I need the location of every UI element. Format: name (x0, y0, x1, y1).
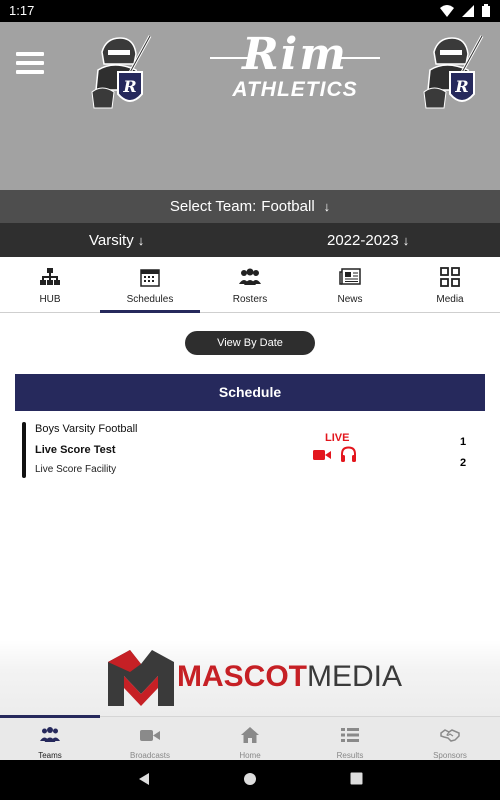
select-team-value: Football (261, 198, 315, 215)
wordmark-mascot: MASCOT (177, 660, 307, 693)
nav-broadcasts[interactable]: Broadcasts (100, 717, 200, 760)
system-navigation-bar (0, 760, 500, 800)
back-icon[interactable] (137, 772, 151, 786)
event-accent-stripe (22, 422, 26, 478)
nav-teams[interactable]: Teams (0, 717, 100, 760)
video-camera-icon (140, 730, 160, 741)
level-dropdown[interactable]: Varsity ↓ (89, 232, 144, 249)
nav-results[interactable]: Results (300, 717, 400, 760)
tab-rosters[interactable]: Rosters (200, 257, 300, 312)
schedule-header: Schedule (15, 374, 485, 411)
nav-label: Teams (38, 751, 62, 760)
logo-script-text: Rim (242, 29, 348, 80)
select-team-label: Select Team: (169, 198, 257, 215)
filter-bar: Varsity ↓ 2022-2023 ↓ (0, 223, 500, 257)
list-icon (341, 728, 359, 742)
select-team-dropdown[interactable]: Select Team: Football ↓ (0, 190, 500, 223)
headphones-icon[interactable] (340, 446, 357, 463)
event-name: Live Score Test (35, 444, 116, 456)
live-badge: LIVE (325, 432, 350, 444)
logo-athletics-text: ATHLETICS (232, 78, 358, 101)
knight-mascot-logo-right: R (423, 35, 484, 109)
nav-label: Broadcasts (129, 751, 171, 760)
arrow-down-icon: ↓ (323, 199, 331, 214)
season-value: 2022-2023 (327, 232, 399, 249)
event-score-away: 2 (460, 457, 467, 469)
level-value: Varsity (89, 232, 134, 249)
mascot-media-logo-mark (108, 650, 174, 706)
event-team: Boys Varsity Football (35, 423, 138, 435)
app-header: R Rim ATHLETICS R (0, 22, 500, 190)
event-score-home: 1 (460, 436, 467, 448)
rim-athletics-logo: Rim ATHLETICS (210, 32, 380, 112)
arrow-down-icon: ↓ (402, 233, 410, 248)
knight-mascot-logo-left: R (91, 35, 152, 109)
section-tabs: HUB Schedules Rosters News Media (0, 257, 500, 313)
view-by-date-button[interactable]: View By Date (185, 331, 315, 355)
tab-label: Media (436, 294, 464, 305)
tab-news[interactable]: News (300, 257, 400, 312)
teams-icon (40, 727, 60, 742)
nav-label: Results (336, 751, 364, 760)
hamburger-icon-line (16, 70, 44, 74)
recents-icon[interactable] (350, 772, 363, 785)
grid-icon (440, 267, 460, 287)
home-circle-icon[interactable] (243, 772, 257, 786)
nav-label: Sponsors (433, 751, 467, 760)
signal-icon (462, 4, 474, 17)
tab-label: Schedules (126, 294, 174, 305)
svg-text:R: R (122, 77, 136, 96)
wordmark-media: MEDIA (307, 660, 403, 693)
logo-swoosh-right (340, 57, 380, 59)
home-icon (241, 727, 259, 743)
event-facility: Live Score Facility (35, 464, 117, 475)
wifi-icon (440, 4, 454, 17)
battery-icon (482, 4, 490, 17)
nav-sponsors[interactable]: Sponsors (400, 717, 500, 760)
hamburger-icon-line (16, 52, 44, 56)
svg-text:R: R (454, 77, 468, 96)
bottom-navigation: Teams Broadcasts Home Results Sponsors (0, 715, 500, 760)
status-bar: 1:17 (0, 0, 500, 22)
schedule-event-row[interactable]: Boys Varsity Football Live Score Test Li… (22, 422, 478, 480)
arrow-down-icon: ↓ (137, 233, 145, 248)
tab-schedules[interactable]: Schedules (100, 257, 200, 313)
status-time: 1:17 (9, 3, 35, 18)
hamburger-icon-line (16, 61, 44, 65)
tab-label: News (337, 294, 363, 305)
hierarchy-icon (40, 268, 60, 285)
tab-label: HUB (39, 294, 61, 305)
season-dropdown[interactable]: 2022-2023 ↓ (327, 232, 409, 249)
people-icon (239, 268, 261, 285)
logo-swoosh-left (210, 57, 250, 59)
hamburger-menu-button[interactable] (16, 52, 44, 76)
tab-hub[interactable]: HUB (0, 257, 100, 312)
nav-home[interactable]: Home (200, 717, 300, 760)
newspaper-icon (339, 268, 361, 285)
handshake-icon (440, 729, 460, 742)
status-icons (440, 4, 490, 17)
app-screen: 1:17 R Rim ATHLETICS R Select Team: Foot… (0, 0, 500, 800)
tab-label: Rosters (232, 294, 268, 305)
video-camera-icon[interactable] (313, 449, 331, 461)
calendar-icon (140, 269, 160, 287)
mascot-media-wordmark: MASCOTMEDIA (177, 660, 402, 694)
nav-label: Home (239, 751, 261, 760)
tab-media[interactable]: Media (400, 257, 500, 312)
